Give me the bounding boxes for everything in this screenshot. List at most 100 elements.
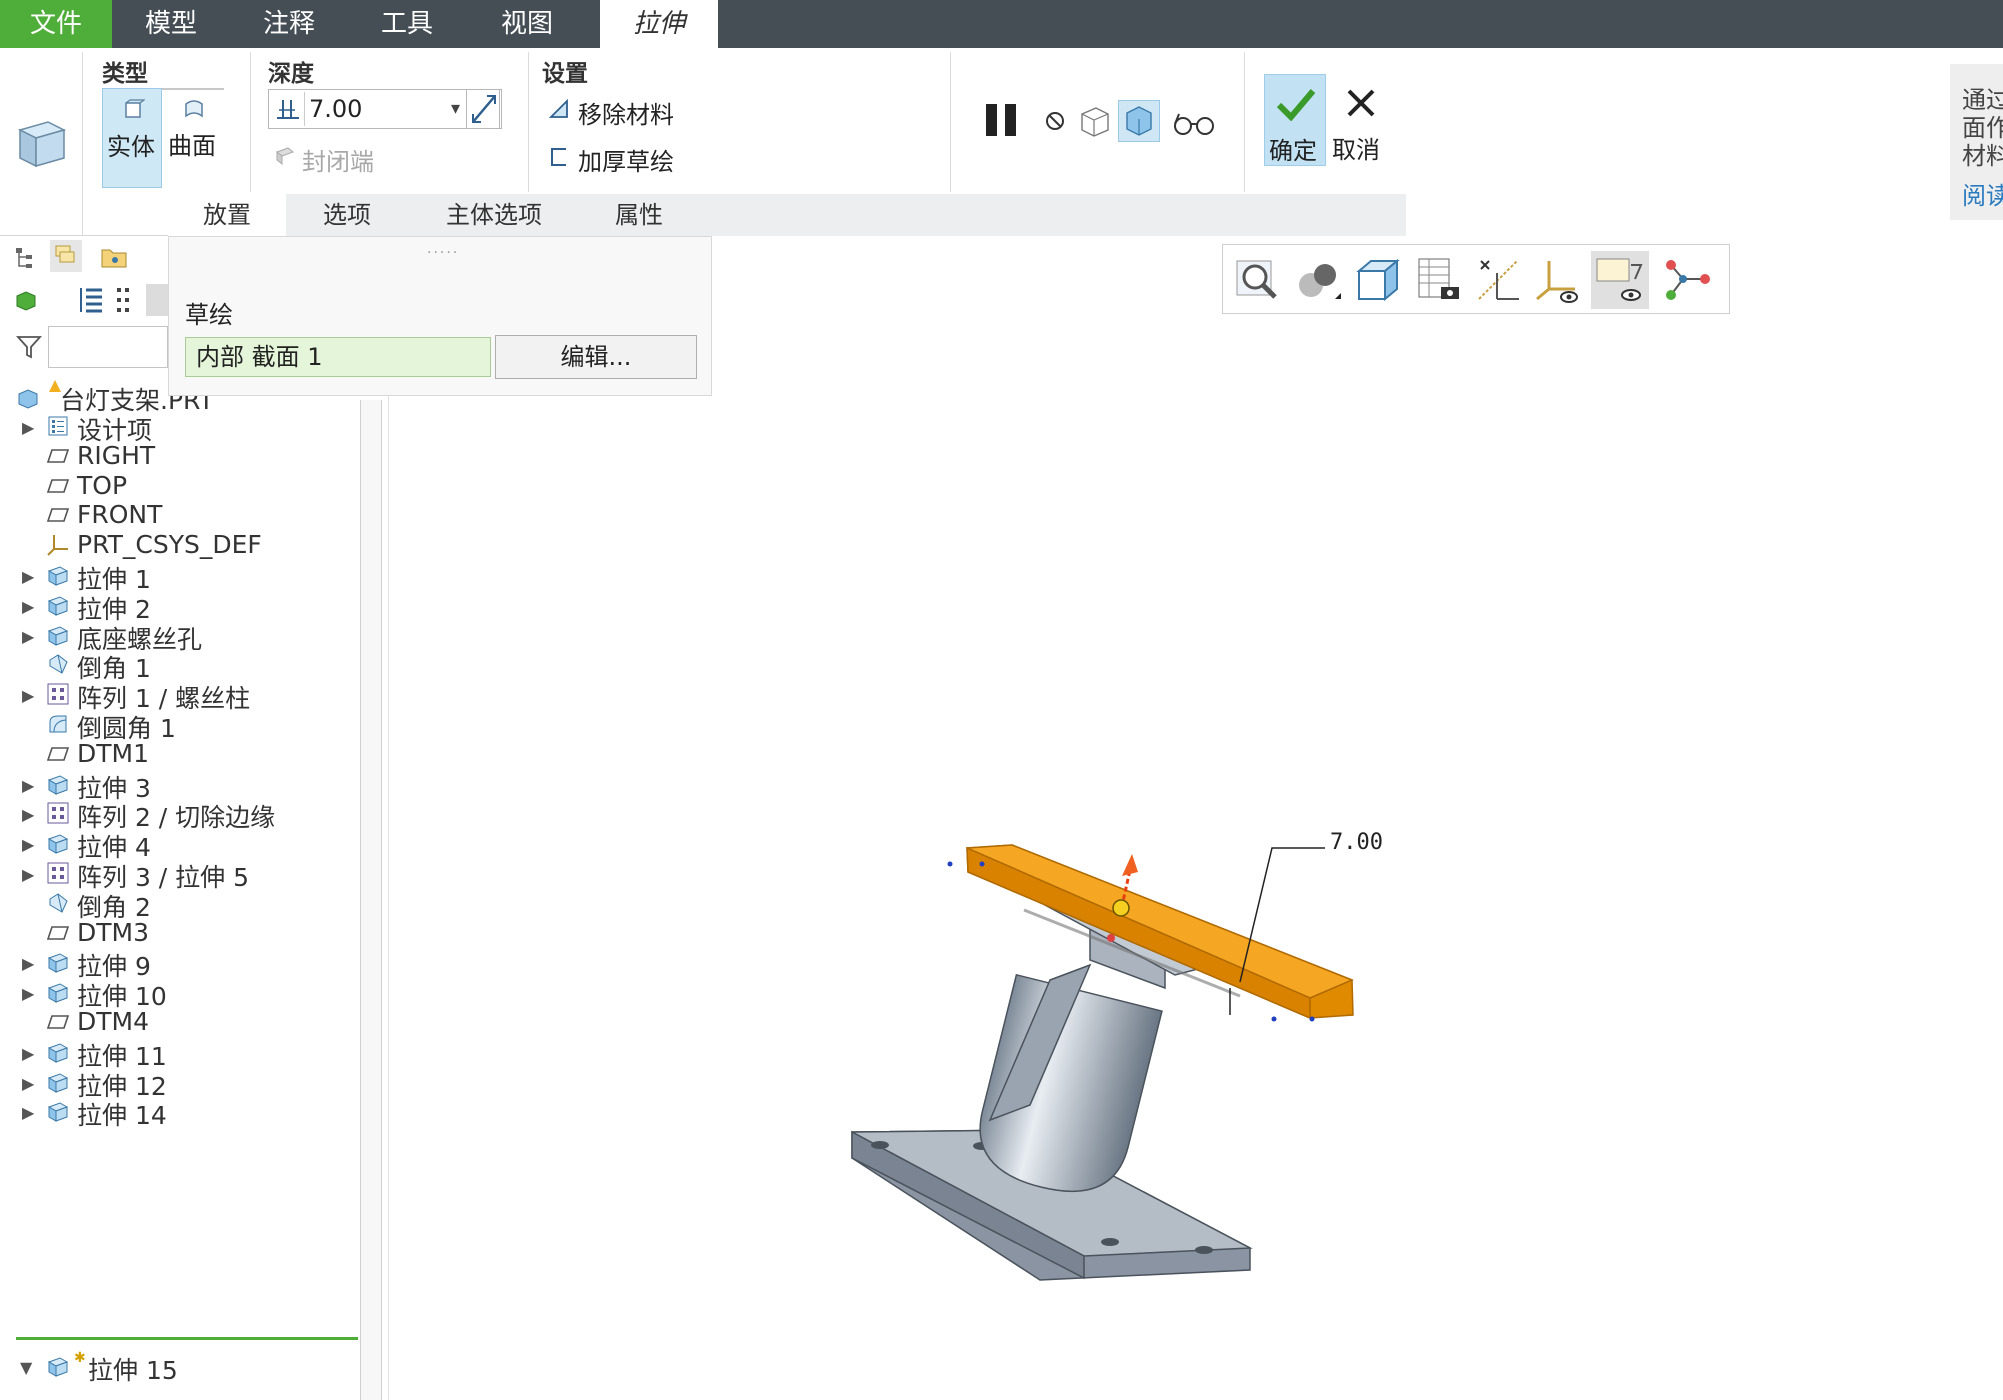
show-icon[interactable] [14, 288, 38, 316]
cancel-label: 取消 [1332, 136, 1380, 164]
view-manager-icon[interactable] [1411, 253, 1465, 307]
tree-item-label: DTM1 [77, 739, 149, 768]
remove-material-option[interactable]: 移除材料 [578, 95, 674, 130]
csys-icon [46, 533, 70, 557]
datum-plane-icon [46, 921, 70, 945]
extrude-icon [46, 1099, 70, 1123]
tab-properties[interactable]: 属性 [582, 194, 696, 236]
depth-dimension-label[interactable]: 7.00 [1330, 830, 1383, 855]
wireframe-preview-icon[interactable] [1078, 104, 1112, 138]
expand-arrow-icon[interactable]: ▶ [22, 1044, 34, 1063]
expand-arrow-icon[interactable]: ▶ [22, 627, 34, 646]
tab-placement[interactable]: 放置 [168, 194, 286, 236]
extrude-icon [46, 623, 70, 647]
menu-annotate[interactable]: 注释 [230, 0, 348, 48]
menu-model[interactable]: 模型 [112, 0, 230, 48]
no-preview-icon[interactable] [1042, 108, 1068, 134]
tree-divider [388, 396, 389, 1400]
ribbon-separator [950, 52, 951, 192]
ok-button[interactable]: 确定 [1264, 74, 1326, 166]
annotation-display-icon[interactable] [1591, 251, 1649, 309]
tree-search-input[interactable] [48, 326, 168, 368]
expand-arrow-icon[interactable]: ▶ [22, 418, 34, 437]
thicken-sketch-icon [548, 146, 570, 172]
pattern-icon [46, 861, 70, 885]
tab-options[interactable]: 选项 [290, 194, 404, 236]
help-panel: 通过 面作 材料 阅读 [1950, 64, 2003, 220]
menu-tools[interactable]: 工具 [348, 0, 466, 48]
insert-here-marker[interactable] [16, 1337, 358, 1340]
thicken-sketch-option[interactable]: 加厚草绘 [578, 142, 674, 177]
tree-item-active[interactable]: ▼ ✱ 拉伸 15 [0, 1350, 360, 1388]
remove-material-icon [548, 98, 570, 124]
extrude-icon [46, 772, 70, 796]
expand-arrow-icon[interactable]: ▶ [22, 954, 34, 973]
tree-view-icon[interactable] [146, 284, 168, 316]
geometry-preview-icon[interactable] [1118, 100, 1160, 142]
expand-arrow-icon[interactable]: ▶ [22, 686, 34, 705]
expand-arrow-icon[interactable]: ▶ [22, 597, 34, 616]
sketch-collector[interactable]: 内部 截面 1 [185, 337, 491, 377]
tree-item-label: DTM3 [77, 918, 149, 947]
tree-scrollbar[interactable] [360, 400, 382, 1400]
datum-plane-icon [46, 742, 70, 766]
chevron-down-icon[interactable]: ▾ [451, 98, 460, 119]
layer-tree-icon[interactable] [50, 240, 82, 272]
solid-icon [121, 99, 146, 125]
glasses-icon[interactable] [1172, 108, 1216, 138]
display-style-icon[interactable] [1291, 253, 1345, 307]
expand-arrow-icon[interactable]: ▶ [22, 1103, 34, 1122]
expand-arrow-icon[interactable]: ▶ [22, 865, 34, 884]
menu-bar: 文件 模型 注释 工具 视图 拉伸 [0, 0, 2003, 48]
expand-arrow-icon[interactable]: ▶ [22, 835, 34, 854]
ribbon-separator [250, 52, 251, 192]
flip-direction-icon[interactable] [466, 89, 502, 129]
sketch-label: 草绘 [185, 301, 233, 329]
3d-model-view[interactable] [820, 800, 1420, 1300]
design-items-icon [46, 414, 70, 438]
expand-arrow-icon[interactable]: ▶ [22, 776, 34, 795]
tree-item[interactable]: ▶ 拉伸 14 [0, 1095, 360, 1133]
csys-display-icon[interactable] [1531, 253, 1585, 307]
surface-type-button[interactable]: 曲面 [164, 88, 224, 188]
depth-type-icon[interactable] [271, 92, 305, 126]
check-icon [1275, 87, 1317, 125]
expand-arrow-icon[interactable]: ▶ [22, 805, 34, 824]
collapse-arrow-icon[interactable]: ▼ [20, 1358, 32, 1377]
zoom-icon[interactable] [1231, 253, 1285, 307]
extrude-icon [46, 980, 70, 1004]
extrude-feature-icon [14, 110, 70, 174]
solid-type-button[interactable]: 实体 [102, 88, 162, 188]
tree-columns-icon[interactable] [78, 286, 104, 318]
datum-plane-icon [46, 503, 70, 527]
capped-ends-option[interactable]: 封闭端 [302, 142, 374, 177]
spin-center-icon[interactable] [1661, 253, 1715, 307]
ok-label: 确定 [1269, 137, 1317, 165]
new-feature-icon: ✱ [74, 1350, 86, 1366]
pause-icon[interactable] [984, 102, 1020, 138]
folder-icon[interactable] [100, 244, 128, 274]
edit-sketch-button[interactable]: 编辑... [495, 335, 697, 379]
chamfer-icon [46, 891, 70, 915]
model-tree-icon[interactable] [14, 246, 38, 276]
datum-display-icon[interactable] [1471, 253, 1525, 307]
surface-label: 曲面 [168, 132, 216, 160]
datum-plane-icon [46, 1010, 70, 1034]
expand-arrow-icon[interactable]: ▶ [22, 567, 34, 586]
menu-file[interactable]: 文件 [0, 0, 112, 48]
tree-settings-icon[interactable] [116, 286, 130, 318]
filter-icon[interactable] [15, 334, 43, 364]
help-read-link[interactable]: 阅读 [1962, 176, 2003, 211]
expand-arrow-icon[interactable]: ▶ [22, 984, 34, 1003]
tab-body-options[interactable]: 主体选项 [408, 194, 580, 236]
menu-view[interactable]: 视图 [466, 0, 588, 48]
ribbon-separator [1244, 52, 1245, 192]
panel-grip-icon[interactable]: ····· [427, 245, 459, 261]
menu-extrude[interactable]: 拉伸 [600, 0, 718, 48]
saved-views-icon[interactable] [1351, 253, 1405, 307]
tree-item-label: PRT_CSYS_DEF [77, 530, 262, 559]
expand-arrow-icon[interactable]: ▶ [22, 1074, 34, 1093]
pattern-icon [46, 801, 70, 825]
extrude-icon [46, 1070, 70, 1094]
cancel-button[interactable]: 取消 [1330, 74, 1392, 166]
